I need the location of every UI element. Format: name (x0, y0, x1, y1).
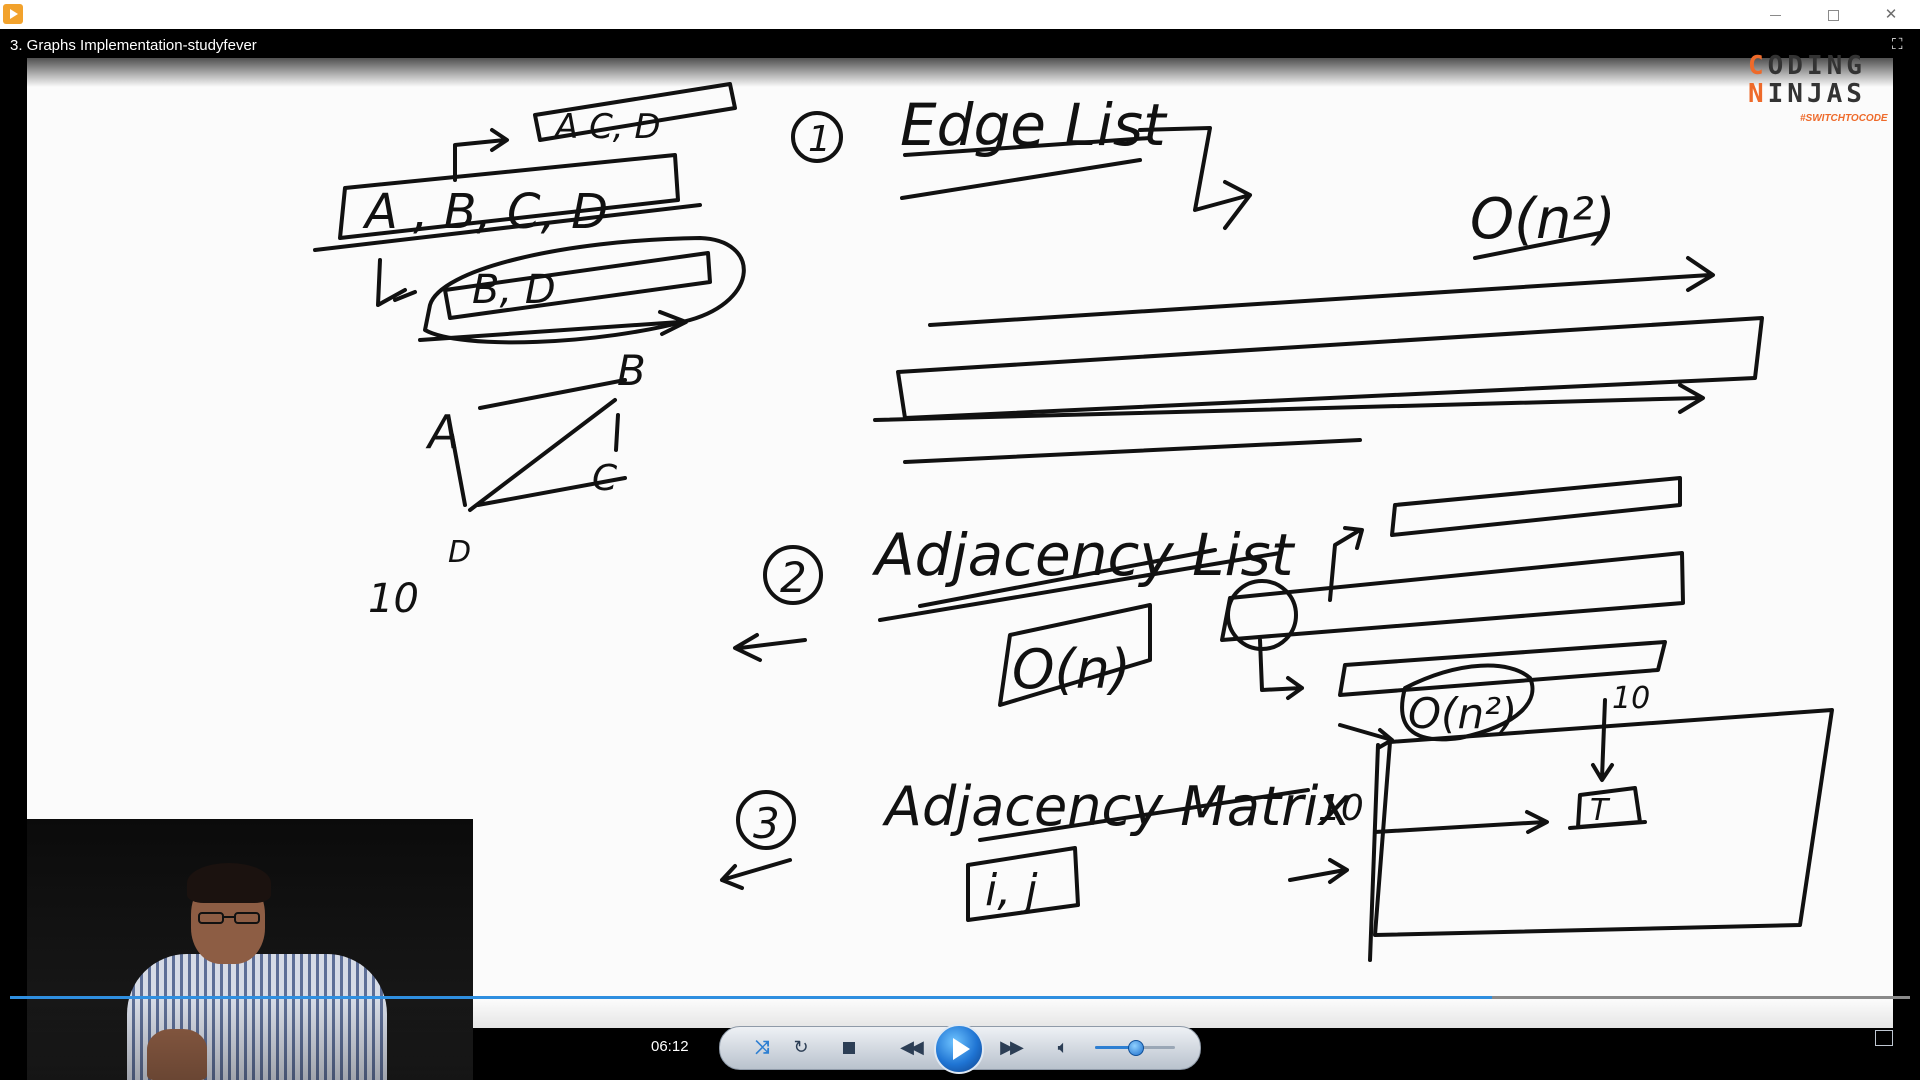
next-icon[interactable]: ▶▶ (988, 1034, 1032, 1060)
volume-slider-fill (1095, 1046, 1131, 1049)
seek-bar[interactable] (10, 996, 1910, 999)
adjacency-matrix-title: Adjacency Matrix (882, 775, 1351, 838)
adjacency-list-complexity: O(n) (1012, 638, 1131, 701)
item3-number: 3 (753, 799, 780, 848)
graph-node-b: B (617, 346, 646, 395)
current-time: 06:12 (651, 1038, 689, 1055)
edge-ab (478, 378, 627, 410)
adjacency-cell-text: O(n²) (1408, 689, 1517, 738)
long-box (896, 316, 1764, 420)
left-arrow-2 (733, 633, 807, 662)
presenter-glasses (198, 912, 260, 924)
fullscreen-toggle-icon[interactable]: ⛶ (1892, 37, 1908, 53)
left-arrow-3 (720, 858, 792, 890)
title-overlay: 3. Graphs Implementation-studyfever ⛶ (0, 29, 1920, 87)
repeat-icon[interactable]: ↻ (786, 1034, 816, 1060)
maximize-button[interactable] (1804, 0, 1862, 29)
graph-node-d: D (448, 535, 471, 570)
item2-number: 2 (780, 553, 807, 602)
ij-text: i, j (985, 865, 1038, 916)
matrix-row-arrow (1373, 810, 1549, 834)
long-arrow-1 (928, 256, 1715, 327)
edge-list-complexity: O(n²) (1470, 187, 1616, 252)
stop-icon[interactable] (834, 1034, 864, 1060)
seek-bar-fill (10, 996, 1492, 999)
count-left: 10 (368, 576, 419, 622)
matrix-col-arrow (1591, 698, 1614, 782)
graph-node-a: A (425, 405, 459, 459)
play-icon[interactable] (934, 1024, 984, 1074)
sublist-arrow (376, 258, 417, 307)
adj-row-1 (1390, 476, 1682, 537)
minimize-button[interactable] (1746, 0, 1804, 29)
volume-slider-knob[interactable] (1128, 1040, 1144, 1056)
coding-ninjas-logo: CODING NINJAS #SWITCHTOCODE (1748, 51, 1888, 124)
top-box-text: A C, D (553, 107, 661, 147)
previous-icon[interactable]: ◀◀ (888, 1034, 932, 1060)
list-text: A , B, C, D (362, 184, 608, 240)
item1-number: 1 (808, 119, 831, 160)
long-arrow-2 (873, 383, 1705, 422)
volume-icon[interactable]: 🔈︎ (1048, 1034, 1078, 1060)
edge-bc (614, 413, 620, 452)
shuffle-icon[interactable]: ⤨ (747, 1034, 777, 1060)
edge-list-title: Edge List (900, 91, 1168, 159)
sublist-text: B, D (472, 267, 556, 313)
switch-to-library-icon[interactable] (1875, 1030, 1893, 1046)
matrix-box (1368, 708, 1834, 962)
matrix-cell-text: T (1590, 793, 1611, 828)
left-in-arrow (1288, 858, 1349, 884)
matrix-col-label: 10 (1612, 681, 1650, 716)
video-title: 3. Graphs Implementation-studyfever (10, 37, 257, 54)
media-player-app-icon (3, 4, 23, 24)
presenter-hair (187, 863, 271, 903)
window-titlebar: ✕ (0, 0, 1920, 30)
matrix-row-label: 10 (1318, 788, 1364, 829)
close-button[interactable]: ✕ (1862, 0, 1920, 29)
matrix-in-arrow (1338, 723, 1394, 750)
graph-node-c: C (592, 458, 618, 499)
adjacency-list-title: Adjacency List (871, 521, 1296, 589)
long-line-3 (903, 438, 1362, 464)
adj-head-circle (1226, 579, 1298, 651)
